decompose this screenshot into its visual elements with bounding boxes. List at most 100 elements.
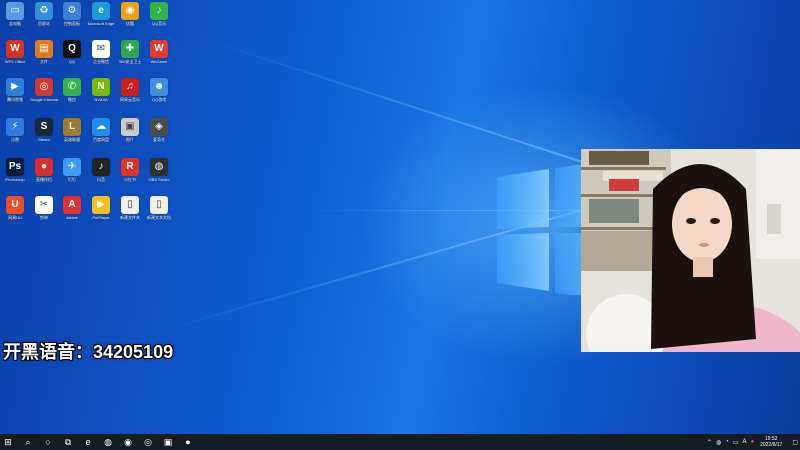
desktop-icon-label: 360安全卫士: [118, 59, 142, 64]
desktop-icon-label: 抖音: [97, 177, 105, 182]
desktop-icon[interactable]: Q QQ: [57, 40, 87, 64]
desktop-icon[interactable]: ♪ QQ音乐: [144, 2, 174, 26]
desktop-app-icon: ◎: [35, 78, 53, 96]
desktop-icon[interactable]: ✚ 360安全卫士: [115, 40, 145, 64]
desktop-app-icon: ◍: [150, 158, 168, 176]
cortana-icon[interactable]: ○: [40, 434, 56, 450]
desktop-icon-label: 钉钉: [68, 177, 76, 182]
desktop-icon[interactable]: ✂ 剪映: [29, 196, 59, 220]
clock[interactable]: 19:52 2022/6/17: [760, 436, 782, 448]
desktop-icon[interactable]: ☁ 百度网盘: [86, 118, 116, 142]
desktop-app-icon: ♪: [92, 158, 110, 176]
desktop-icon[interactable]: A Adobe: [57, 196, 87, 220]
wechat-icon[interactable]: ◍: [100, 434, 116, 450]
desktop-icon-label: 百度网盘: [93, 137, 109, 142]
desktop-app-icon: ▯: [121, 196, 139, 214]
desktop-icon-label: NVIDIA: [94, 97, 108, 102]
task-view-icon[interactable]: ⧉: [60, 434, 76, 450]
desktop-app-icon: Ps: [6, 158, 24, 176]
desktop-icon-label: Steam: [38, 137, 50, 142]
desktop-icon[interactable]: W WPS Office: [0, 40, 30, 64]
desktop-icon-label: 此电脑: [9, 21, 21, 26]
edge-icon[interactable]: e: [80, 434, 96, 450]
desktop-icon-label: 直播伴侣: [36, 177, 52, 182]
desktop-icon[interactable]: ▯ 新建文件夹: [115, 196, 145, 220]
desktop-icon[interactable]: ✉ 企业微信: [86, 40, 116, 64]
desktop-app-icon: ☻: [150, 78, 168, 96]
desktop-app-icon: ▶: [92, 196, 110, 214]
desktop-icon[interactable]: ♪ 抖音: [86, 158, 116, 182]
taskbar-items: ⊞ ⌕ ○ ⧉ e ◍ ◉ ◎ ▣ ●: [0, 434, 200, 450]
webcam-overlay: [581, 149, 800, 352]
desktop-icon[interactable]: ▶ 腾讯视频: [0, 78, 30, 102]
desktop-icon-label: 剪映: [40, 215, 48, 220]
desktop-icon[interactable]: ◍ OBS Studio: [144, 158, 174, 182]
desktop-app-icon: ◈: [150, 118, 168, 136]
desktop-app-icon: ☁: [92, 118, 110, 136]
desktop-icon[interactable]: ▶ PotPlayer: [86, 196, 116, 220]
light-beam: [209, 40, 610, 172]
volume-icon[interactable]: ◔: [725, 439, 729, 445]
desktop-icon[interactable]: ◈ 爱奇艺: [144, 118, 174, 142]
desktop-icon-label: 图片: [126, 137, 134, 142]
desktop-icon[interactable]: ✈ 钉钉: [57, 158, 87, 182]
desktop-icon[interactable]: ⚡ 迅雷: [0, 118, 30, 142]
desktop-icon[interactable]: Ps Photoshop: [0, 158, 30, 182]
desktop-icon-label: WPS Office: [4, 59, 26, 64]
desktop-app-icon: ▶: [6, 78, 24, 96]
desktop-app-icon: W: [6, 40, 24, 58]
desktop-app-icon: ▣: [121, 118, 139, 136]
display-icon[interactable]: ▭: [733, 439, 739, 446]
desktop-icon[interactable]: ☻ QQ游戏: [144, 78, 174, 102]
clock-date: 2022/6/17: [760, 442, 783, 448]
desktop-icon[interactable]: ♫ 网易云音乐: [115, 78, 145, 102]
start-icon[interactable]: ⊞: [0, 434, 16, 450]
webcam-person-image: [581, 149, 800, 352]
desktop-app-icon: e: [92, 2, 110, 20]
desktop-icon-label: 网易UU: [8, 215, 22, 220]
obs-icon[interactable]: ◎: [140, 434, 156, 450]
desktop-icon-label: PotPlayer: [92, 215, 110, 220]
network-icon[interactable]: ◍: [716, 439, 721, 446]
desktop-icon[interactable]: ▯ 新建文本文档: [144, 196, 174, 220]
desktop-icon-label: 网易云音乐: [120, 97, 140, 102]
desktop-app-icon: A: [63, 196, 81, 214]
potplayer-icon[interactable]: ●: [180, 434, 196, 450]
desktop-icon[interactable]: e Microsoft Edge: [86, 2, 116, 26]
search-icon[interactable]: ⌕: [20, 434, 36, 450]
desktop-icon[interactable]: U 网易UU: [0, 196, 30, 220]
desktop-icon[interactable]: ✆ 微信: [57, 78, 87, 102]
desktop-icon[interactable]: ▭ 此电脑: [0, 2, 30, 26]
desktop-icon[interactable]: R 小红书: [115, 158, 145, 182]
desktop-icon[interactable]: ▤ 文件: [29, 40, 59, 64]
desktop-app-icon: ✆: [63, 78, 81, 96]
notification-icon[interactable]: ▢: [792, 439, 798, 446]
desktop-icon-label: 爱奇艺: [153, 137, 165, 142]
desktop-icon[interactable]: ♻ 回收站: [29, 2, 59, 26]
browser-icon[interactable]: ◉: [120, 434, 136, 450]
desktop-icon[interactable]: S Steam: [29, 118, 59, 142]
desktop-icon[interactable]: ● 直播伴侣: [29, 158, 59, 182]
desktop-icon[interactable]: ◎ Google Chrome: [29, 78, 59, 102]
app-tray-icon[interactable]: ●: [750, 439, 754, 445]
desktop-icon-label: QQ音乐: [151, 21, 167, 26]
desktop-app-icon: N: [92, 78, 110, 96]
desktop-app-icon: ♫: [121, 78, 139, 96]
desktop-icon-label: QQ: [68, 59, 76, 64]
desktop-app-icon: L: [63, 118, 81, 136]
desktop-app-icon: ⚙: [63, 2, 81, 20]
desktop-icon[interactable]: ▣ 图片: [115, 118, 145, 142]
desktop-icon[interactable]: W WeGame: [144, 40, 174, 64]
desktop-icon-label: 文件: [40, 59, 48, 64]
desktop-app-icon: W: [150, 40, 168, 58]
desktop-icon-label: Microsoft Edge: [87, 21, 115, 26]
app-icon[interactable]: ▣: [160, 434, 176, 450]
chevron-up-icon[interactable]: ⌃: [707, 439, 712, 446]
desktop-icon-label: OBS Studio: [148, 177, 170, 182]
input-language[interactable]: A: [742, 439, 746, 445]
desktop-icon[interactable]: ⚙ 控制面板: [57, 2, 87, 26]
desktop-icon-label: WeGame: [150, 59, 168, 64]
desktop-icon[interactable]: ◉ 优酷: [115, 2, 145, 26]
desktop-icon[interactable]: N NVIDIA: [86, 78, 116, 102]
desktop-icon[interactable]: L 英雄联盟: [57, 118, 87, 142]
